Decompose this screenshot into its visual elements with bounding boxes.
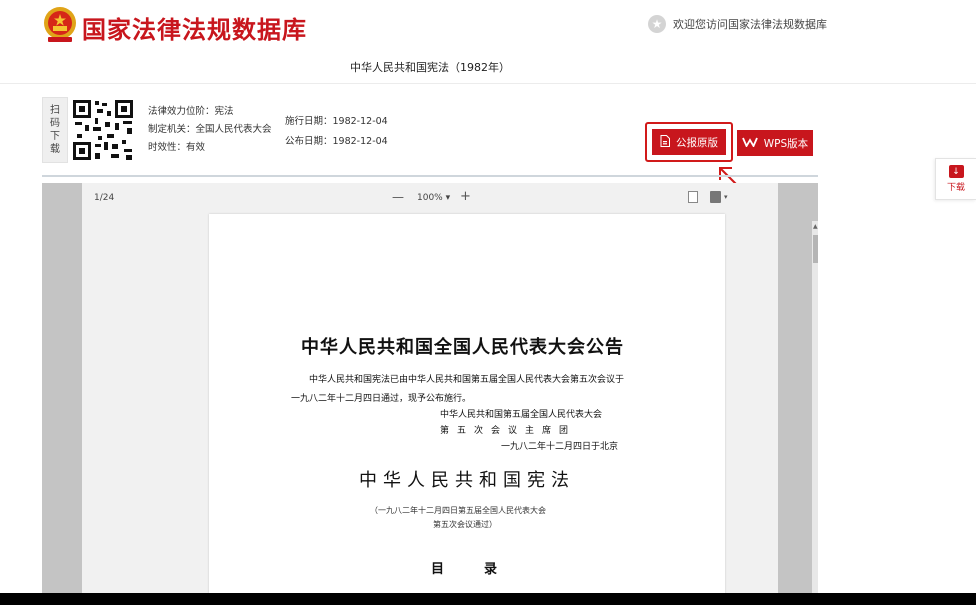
pdf-scrollbar[interactable]: ▲ — [812, 221, 818, 593]
qr-label-char: 载 — [50, 144, 60, 155]
side-download-label: 下载 — [946, 183, 965, 193]
pdf-panel: 1/24 — 100% ▾ + ▾ 中华人民共和国全国人民代表大会公告 中华人民… — [82, 183, 818, 593]
welcome-text: 欢迎您访问国家法律法规数据库 — [673, 18, 827, 31]
star-icon[interactable]: ★ — [648, 15, 666, 33]
announcement-date: 一九八二年十二月四日于北京 — [501, 442, 619, 452]
scan-download-label: 扫 码 下 载 — [42, 97, 68, 163]
meta-column-dates: 施行日期：1982-12-04 公布日期：1982-12-04 — [285, 112, 388, 152]
table-of-contents-heading: 目录 — [431, 562, 538, 577]
announcement-body-line: 一九八二年十二月四日通过，现予公布施行。 — [291, 394, 472, 404]
announcement-title: 中华人民共和国全国人民代表大会公告 — [301, 337, 624, 358]
national-emblem-logo[interactable] — [42, 6, 78, 44]
announcement-body-line: 中华人民共和国宪法已由中华人民共和国第五届全国人民代表大会第五次会议于 — [309, 375, 625, 385]
validity-status: 时效性：有效 — [148, 142, 206, 153]
gazette-original-button[interactable]: 公报原版 — [652, 129, 726, 155]
welcome-bar: ★ 欢迎您访问国家法律法规数据库 — [648, 14, 827, 34]
law-title: 中华人民共和国宪法（1982年） — [350, 61, 510, 74]
zoom-select[interactable]: 100% ▾ — [417, 193, 450, 203]
constitution-note: 第五次会议通过） — [433, 520, 497, 529]
meta-column-left: 法律效力位阶：宪法 制定机关：全国人民代表大会 时效性：有效 — [148, 103, 272, 157]
pdf-icon — [660, 134, 670, 150]
gazette-button-label: 公报原版 — [676, 136, 718, 149]
scroll-thumb[interactable] — [813, 235, 818, 263]
site-title[interactable]: 国家法律法规数据库 — [82, 10, 307, 45]
content-divider — [42, 175, 818, 177]
pdf-page: 中华人民共和国全国人民代表大会公告 中华人民共和国宪法已由中华人民共和国第五届全… — [209, 214, 725, 593]
qr-label-char: 扫 — [50, 105, 60, 116]
announcement-signature: 中华人民共和国第五届全国人民代表大会 — [440, 410, 603, 420]
issuing-body: 制定机关：全国人民代表大会 — [148, 124, 272, 135]
qr-code-icon — [71, 98, 135, 162]
scroll-up-arrow-icon[interactable]: ▲ — [813, 223, 818, 230]
header-divider — [0, 83, 976, 84]
bottom-black-bar — [0, 593, 976, 605]
emblem-icon — [44, 7, 76, 42]
zoom-in-button[interactable]: + — [460, 189, 471, 204]
constitution-title: 中华人民共和国宪法 — [359, 470, 575, 491]
pdf-toolbar: 1/24 — 100% ▾ + ▾ — [82, 183, 778, 211]
zoom-out-button[interactable]: — — [392, 190, 404, 204]
effect-level: 法律效力位阶：宪法 — [148, 106, 234, 117]
constitution-note: （一九八二年十二月四日第五届全国人民代表大会 — [370, 506, 546, 515]
effective-date: 施行日期：1982-12-04 — [285, 116, 388, 127]
qr-label-char: 下 — [50, 131, 60, 142]
qr-label-char: 码 — [50, 118, 60, 129]
document-properties-icon[interactable] — [688, 191, 698, 203]
side-download-button[interactable]: ↓ 下载 — [935, 158, 976, 200]
download-icon: ↓ — [948, 165, 964, 178]
wps-version-button[interactable]: WPS版本 — [737, 130, 813, 156]
announcement-signature: 第五次会议主席团 — [440, 426, 577, 436]
wps-button-label: WPS版本 — [763, 137, 809, 150]
viewer-left-gutter — [42, 183, 82, 593]
qr-code — [71, 98, 135, 162]
save-icon[interactable] — [710, 191, 721, 203]
page-indicator[interactable]: 1/24 — [94, 193, 114, 203]
wps-icon — [741, 137, 758, 150]
publish-date: 公布日期：1982-12-04 — [285, 136, 388, 147]
pdf-viewer: 1/24 — 100% ▾ + ▾ 中华人民共和国全国人民代表大会公告 中华人民… — [42, 183, 818, 593]
save-menu-caret-icon[interactable]: ▾ — [724, 193, 728, 201]
